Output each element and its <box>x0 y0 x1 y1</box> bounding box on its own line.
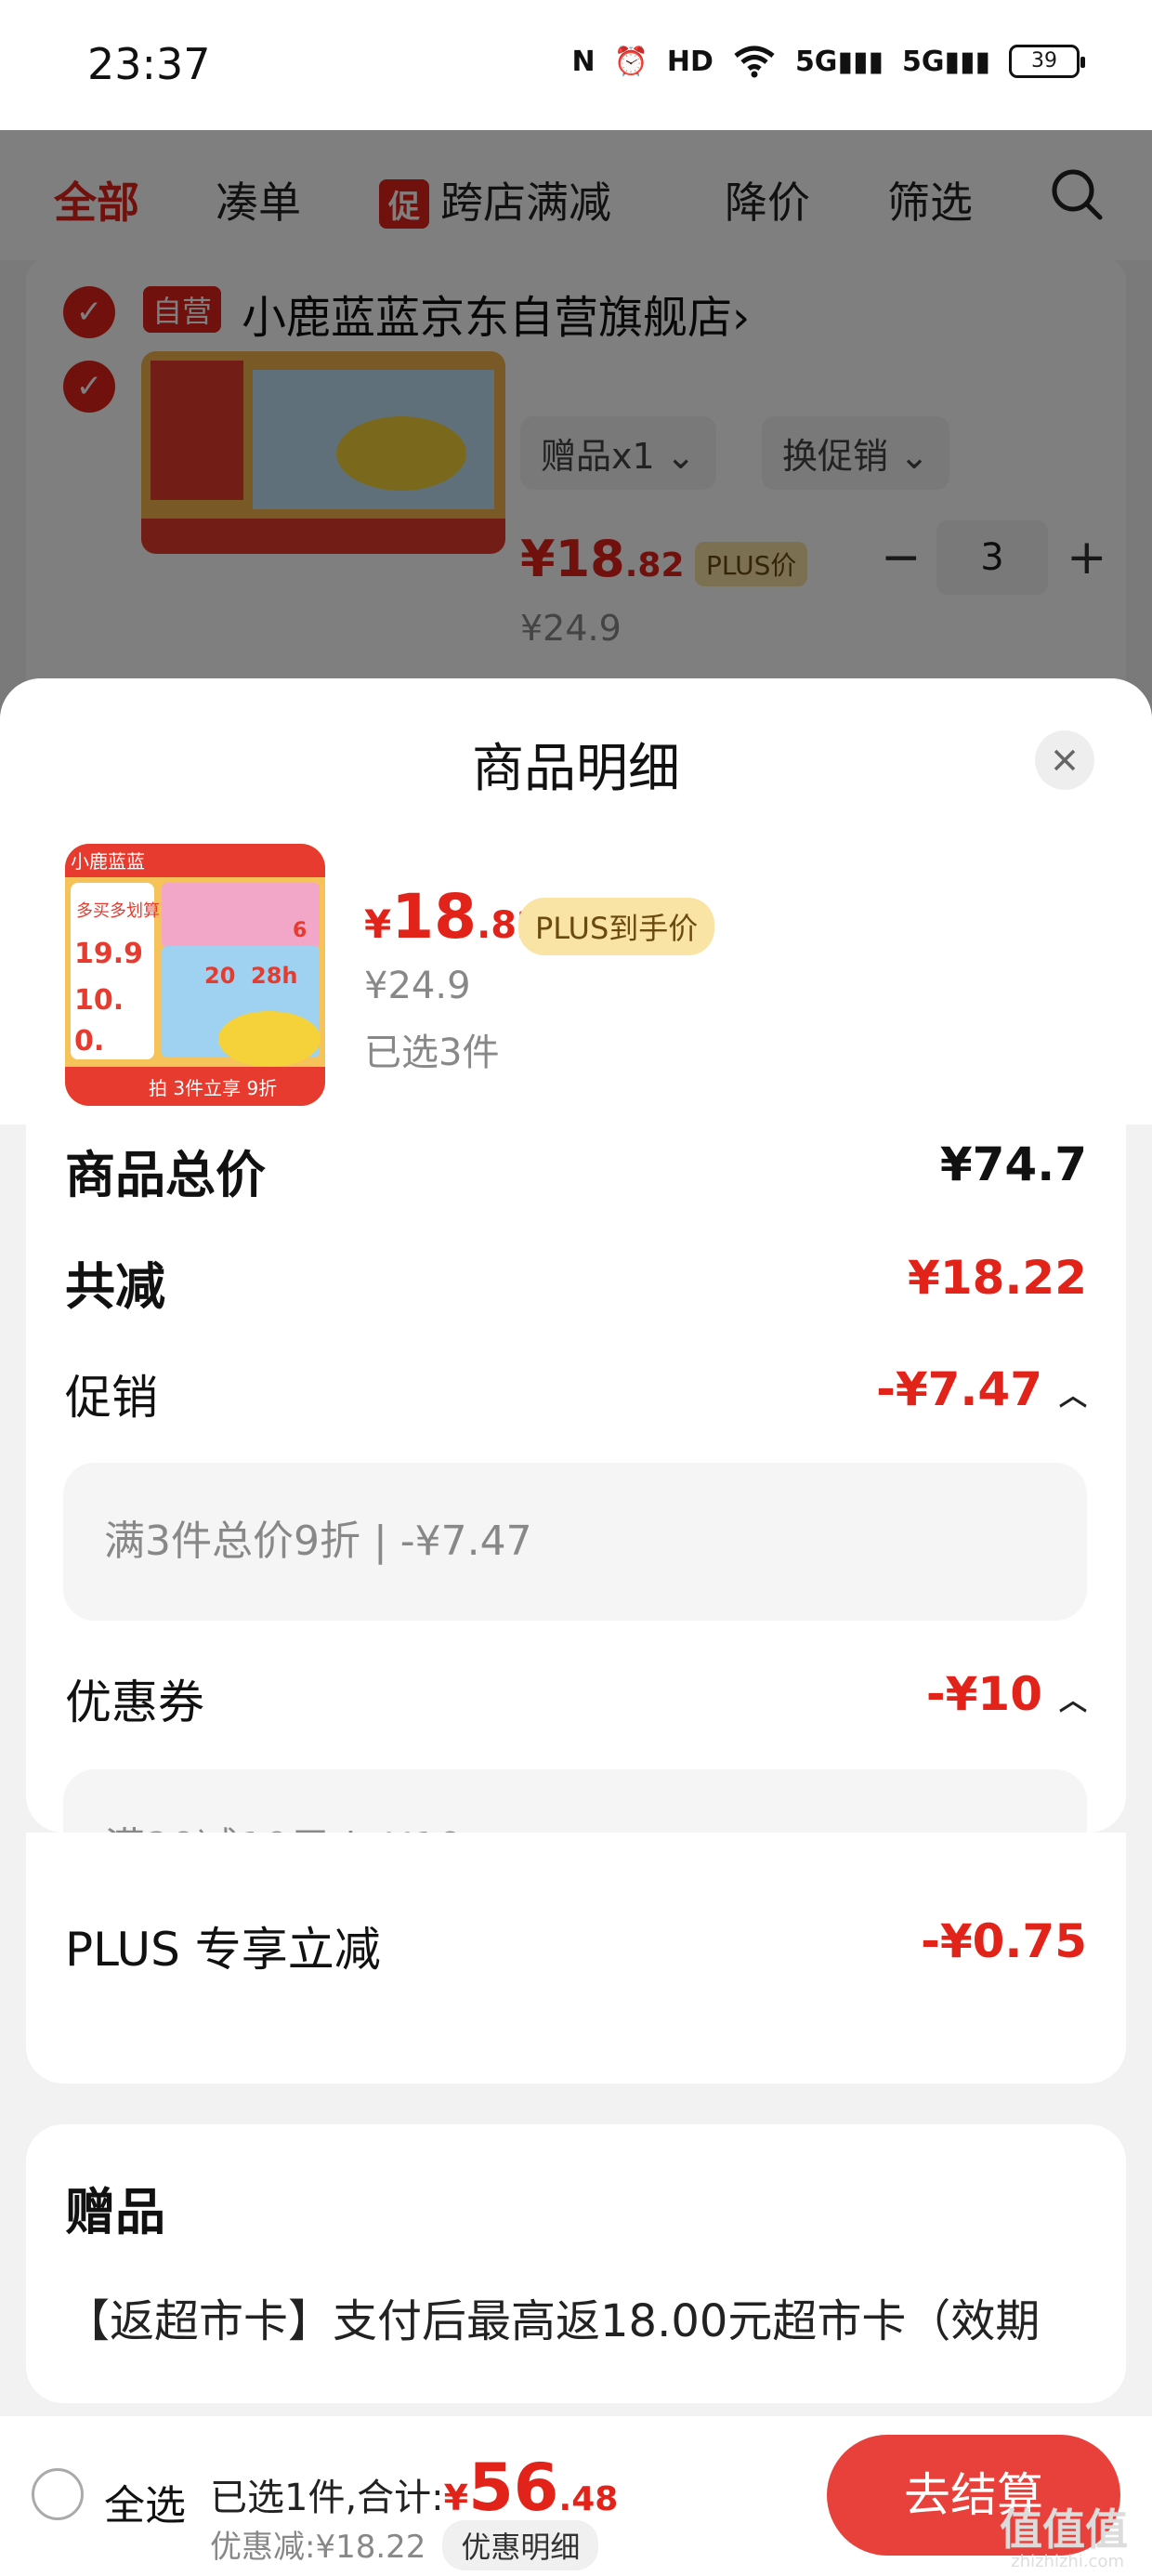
watermark-logo: 值值值 <box>1000 2504 1128 2555</box>
signal-5g-icon-2: 5G▮▮▮ <box>901 45 990 78</box>
checkout-bar: 全选 已选1件,合计:¥56.48 优惠减:¥18.22 优惠明细 去结算 <box>0 2416 1152 2576</box>
product-image-brand: 小鹿蓝蓝 <box>71 850 145 873</box>
total-amount: 56.48 <box>468 2450 619 2526</box>
total-price-label: 商品总价 <box>65 1146 266 1204</box>
coupon-value: -¥10 <box>925 1667 1042 1721</box>
plus-price-badge: PLUS到手价 <box>518 898 715 955</box>
close-button[interactable] <box>1035 730 1094 790</box>
product-image-price-2: 10. <box>74 984 124 1017</box>
original-price: ¥24.9 <box>364 965 471 1007</box>
coupon-toggle[interactable]: -¥10 ︿ <box>926 1667 1087 1721</box>
item-detail-sheet: 商品明细 小鹿蓝蓝 多买多划算 19.9 10. 0. 20 28h 6 拍 3… <box>0 678 1152 2416</box>
product-image: 小鹿蓝蓝 多买多划算 19.9 10. 0. 20 28h 6 拍 3件立享 9… <box>65 844 325 1106</box>
status-time: 23:37 <box>87 39 211 89</box>
plus-reduction-card: PLUS 专享立减 -¥0.75 <box>26 1833 1126 2083</box>
battery-icon: 39 <box>1009 45 1085 78</box>
discount-detail-button[interactable]: 优惠明细 <box>442 2520 599 2570</box>
price-breakdown-card: 商品总价 ¥74.7 共减 ¥18.22 促销 -¥7.47 ︿ 满3件总价9折 … <box>26 1124 1126 1833</box>
plus-reduction-value: -¥0.75 <box>921 1914 1087 1968</box>
selected-count: 已选3件 <box>364 1032 500 1074</box>
status-icons: N ⏰ HD 5G▮▮▮ 5G▮▮▮ 39 <box>571 45 1085 78</box>
product-image-promo: 多买多划算 <box>76 901 160 921</box>
product-image-price-1: 19.9 <box>74 938 143 970</box>
select-all-label[interactable]: 全选 <box>104 2472 186 2531</box>
plus-reduction-label: PLUS 专享立减 <box>65 1923 381 1977</box>
total-price-value: ¥74.7 <box>939 1137 1087 1191</box>
nfc-icon: N <box>571 45 596 78</box>
gift-card: 赠品 【返超市卡】支付后最高返18.00元超市卡（效期 <box>26 2124 1126 2403</box>
select-all-radio[interactable] <box>32 2468 84 2520</box>
gift-description: 【返超市卡】支付后最高返18.00元超市卡（效期 <box>65 2295 1041 2347</box>
promo-detail: 满3件总价9折 | -¥7.47 <box>63 1463 1087 1621</box>
total-reduction-value: ¥18.22 <box>908 1251 1087 1305</box>
summary-prefix: 已选1件,合计: <box>210 2477 444 2519</box>
chevron-up-icon: ︿ <box>1059 1684 1087 1717</box>
alarm-icon: ⏰ <box>613 45 648 78</box>
promo-toggle[interactable]: -¥7.47 ︿ <box>876 1362 1087 1416</box>
product-image-day: 20 <box>204 963 235 989</box>
coupon-label: 优惠券 <box>65 1676 204 1729</box>
gift-title: 赠品 <box>65 2183 165 2241</box>
product-image-hours: 28h <box>251 963 297 989</box>
product-price: ¥18.82 <box>364 881 543 953</box>
summary-line: 已选1件,合计:¥56.48 <box>210 2450 619 2526</box>
sheet-title: 商品明细 <box>472 739 680 799</box>
discount-line: 优惠减:¥18.22 优惠明细 <box>210 2520 599 2570</box>
chevron-up-icon: ︿ <box>1059 1379 1087 1413</box>
wifi-icon <box>734 46 775 78</box>
hd-icon: HD <box>666 45 713 78</box>
watermark-url: zhizhizhi.com <box>1011 2552 1124 2571</box>
total-reduction-label: 共减 <box>65 1257 165 1316</box>
close-icon <box>1054 749 1076 771</box>
promo-label: 促销 <box>65 1371 158 1425</box>
discount-amount: 优惠减:¥18.22 <box>210 2529 426 2566</box>
product-image-count: 6 <box>293 919 307 942</box>
promo-value: -¥7.47 <box>876 1362 1042 1416</box>
product-image-price-3: 0. <box>74 1025 104 1058</box>
product-image-bottom: 拍 3件立享 9折 <box>149 1077 277 1099</box>
status-bar: 23:37 N ⏰ HD 5G▮▮▮ 5G▮▮▮ 39 <box>0 0 1152 130</box>
signal-5g-icon-1: 5G▮▮▮ <box>794 45 884 78</box>
sheet-header: 商品明细 小鹿蓝蓝 多买多划算 19.9 10. 0. 20 28h 6 拍 3… <box>0 678 1152 1124</box>
